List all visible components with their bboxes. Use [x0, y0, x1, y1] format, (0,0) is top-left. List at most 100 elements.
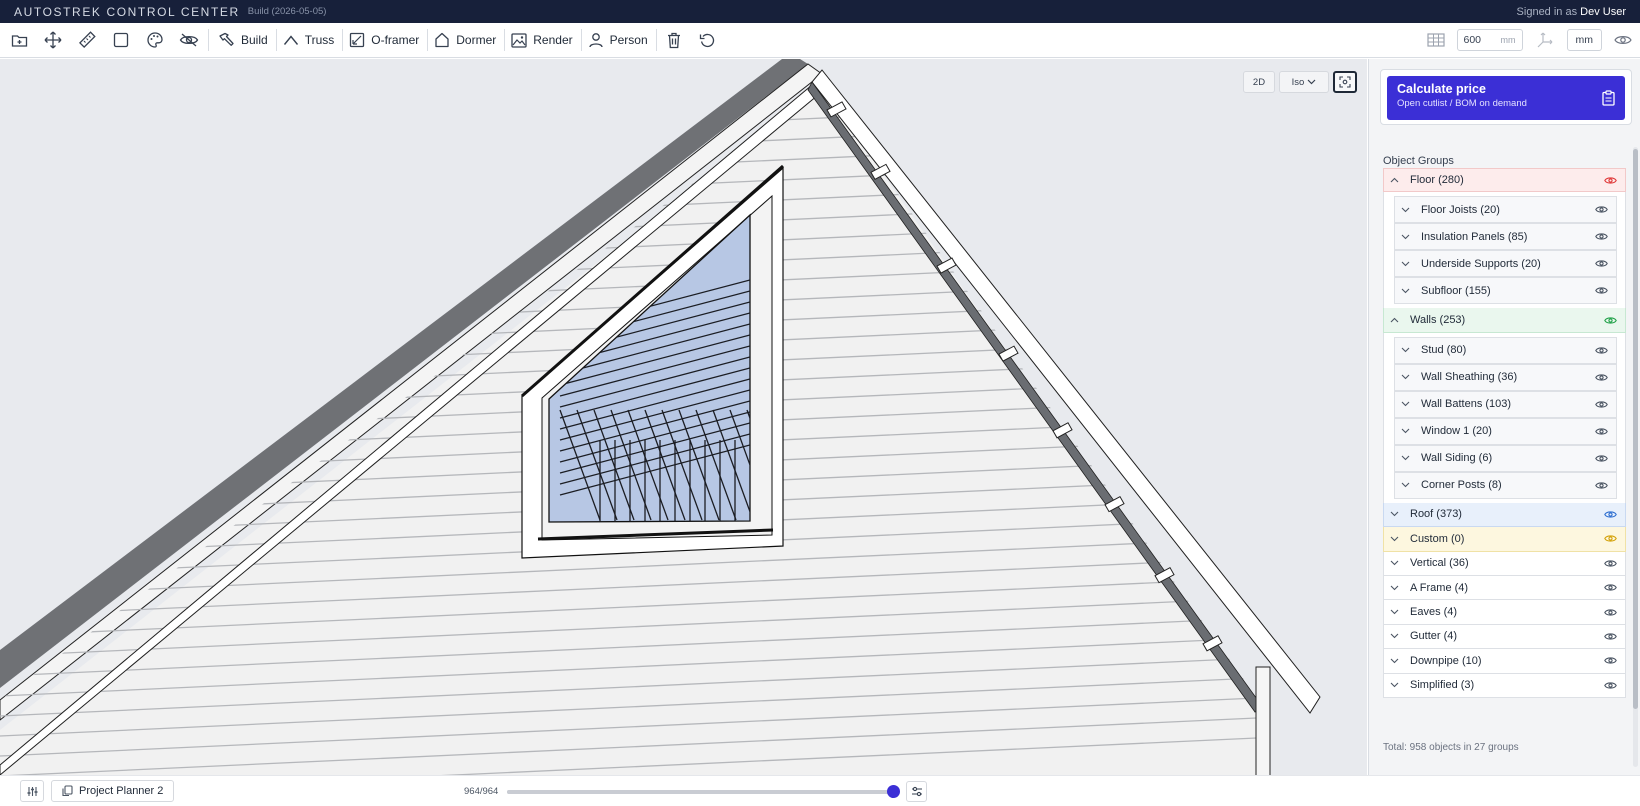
dormer-label: Dormer: [456, 33, 497, 47]
chevron-down-icon[interactable]: [1401, 482, 1415, 488]
signed-in-status: Signed in as Dev User: [1517, 6, 1626, 18]
truss-button[interactable]: Truss: [277, 25, 343, 55]
calculate-price-button[interactable]: Calculate price Open cutlist / BOM on de…: [1387, 76, 1625, 120]
eye-icon[interactable]: [1604, 681, 1617, 690]
dormer-button[interactable]: Dormer: [428, 25, 504, 55]
eye-icon[interactable]: [1604, 316, 1617, 325]
group-row[interactable]: Eaves (4): [1383, 600, 1626, 625]
app-window: AUTOSTREK CONTROL CENTER Build (2026-05-…: [0, 0, 1640, 806]
chevron-up-icon[interactable]: [1390, 177, 1404, 183]
eye-icon[interactable]: [1604, 534, 1617, 543]
eye-icon[interactable]: [1604, 559, 1617, 568]
chevron-down-icon[interactable]: [1401, 261, 1415, 267]
focus-selection-button[interactable]: [1333, 71, 1357, 93]
subgroup-row[interactable]: Window 1 (20): [1394, 417, 1617, 445]
chevron-down-icon[interactable]: [1401, 207, 1415, 213]
chevron-down-icon[interactable]: [1390, 633, 1404, 639]
subgroup-label: Floor Joists (20): [1421, 203, 1500, 216]
subgroup-row[interactable]: Wall Battens (103): [1394, 390, 1617, 418]
chevron-down-icon[interactable]: [1401, 374, 1415, 380]
subgroup-row[interactable]: Wall Sheathing (36): [1394, 363, 1617, 391]
chevron-down-icon[interactable]: [1401, 288, 1415, 294]
chevron-down-icon[interactable]: [1390, 511, 1404, 517]
ruler-icon[interactable]: [70, 25, 104, 55]
eye-icon[interactable]: [1604, 632, 1617, 641]
axes-icon[interactable]: [1531, 25, 1559, 55]
select-square-icon[interactable]: [104, 25, 138, 55]
subgroup-row[interactable]: Wall Siding (6): [1394, 444, 1617, 472]
build-button[interactable]: Build: [211, 25, 276, 55]
object-groups-panel: Calculate price Open cutlist / BOM on de…: [1368, 59, 1640, 775]
group-row[interactable]: A Frame (4): [1383, 575, 1626, 601]
chevron-down-icon[interactable]: [1401, 455, 1415, 461]
chevron-down-icon[interactable]: [1401, 234, 1415, 240]
delete-icon[interactable]: [657, 25, 691, 55]
eye-icon[interactable]: [1595, 454, 1608, 463]
view-mode-select[interactable]: Iso: [1279, 71, 1329, 93]
eye-icon[interactable]: [1595, 286, 1608, 295]
eye-icon[interactable]: [1595, 373, 1608, 382]
eye-icon[interactable]: [1595, 259, 1608, 268]
chevron-down-icon[interactable]: [1390, 560, 1404, 566]
chevron-down-icon[interactable]: [1390, 609, 1404, 615]
subgroup-label: Window 1 (20): [1421, 425, 1492, 438]
chevron-down-icon[interactable]: [1390, 658, 1404, 664]
layers-toggle-button[interactable]: [20, 780, 44, 802]
sidebar-scrollbar[interactable]: [1633, 147, 1638, 767]
eye-icon[interactable]: [1595, 427, 1608, 436]
group-row[interactable]: Downpipe (10): [1383, 649, 1626, 674]
subgroup-row[interactable]: Underside Supports (20): [1394, 250, 1617, 278]
chevron-down-icon[interactable]: [1401, 347, 1415, 353]
slider-knob[interactable]: [887, 785, 900, 798]
person-icon: [588, 33, 603, 48]
undo-icon[interactable]: [691, 25, 725, 55]
subgroup-row[interactable]: Insulation Panels (85): [1394, 223, 1617, 251]
chevron-down-icon[interactable]: [1390, 682, 1404, 688]
slider-settings-button[interactable]: [906, 780, 927, 802]
build-progress-slider[interactable]: [507, 785, 900, 798]
group-row[interactable]: Walls (253): [1383, 308, 1626, 333]
move-icon[interactable]: [36, 25, 70, 55]
visibility-eye-icon[interactable]: [1610, 25, 1636, 55]
eye-icon[interactable]: [1595, 481, 1608, 490]
new-folder-icon[interactable]: [2, 25, 36, 55]
person-button[interactable]: Person: [582, 25, 656, 55]
unit-toggle-button[interactable]: mm: [1566, 29, 1602, 51]
chevron-down-icon[interactable]: [1390, 585, 1404, 591]
view-2d-button[interactable]: 2D: [1243, 71, 1275, 93]
grid-size-input[interactable]: 600 mm: [1456, 29, 1523, 51]
chevron-down-icon[interactable]: [1390, 536, 1404, 542]
group-row[interactable]: Floor (280): [1383, 168, 1626, 193]
eye-icon[interactable]: [1604, 656, 1617, 665]
eye-icon[interactable]: [1604, 176, 1617, 185]
group-children: Stud (80) Wall Sheathing (36) Wall Battens…: [1383, 332, 1626, 503]
eye-icon[interactable]: [1604, 608, 1617, 617]
group-row[interactable]: Gutter (4): [1383, 624, 1626, 650]
project-selector[interactable]: Project Planner 2: [51, 780, 175, 802]
subgroup-row[interactable]: Floor Joists (20): [1394, 196, 1617, 224]
palette-icon[interactable]: [138, 25, 172, 55]
chevron-down-icon[interactable]: [1401, 401, 1415, 407]
3d-viewport[interactable]: 2D Iso: [0, 59, 1367, 775]
subgroup-row[interactable]: Stud (80): [1394, 336, 1617, 364]
grid-icon[interactable]: [1423, 25, 1449, 55]
group-row[interactable]: Vertical (36): [1383, 551, 1626, 576]
subgroup-row[interactable]: Corner Posts (8): [1394, 471, 1617, 499]
group-row[interactable]: Roof (373): [1383, 502, 1626, 528]
hide-icon[interactable]: [172, 25, 206, 55]
o-framer-button[interactable]: O-framer: [343, 25, 427, 55]
chevron-down-icon[interactable]: [1401, 428, 1415, 434]
subgroup-row[interactable]: Subfloor (155): [1394, 277, 1617, 305]
eye-icon[interactable]: [1595, 346, 1608, 355]
scrollbar-thumb[interactable]: [1633, 149, 1638, 709]
chevron-up-icon[interactable]: [1390, 317, 1404, 323]
user-name[interactable]: Dev User: [1580, 6, 1626, 18]
group-row[interactable]: Simplified (3): [1383, 673, 1626, 698]
group-row[interactable]: Custom (0): [1383, 527, 1626, 552]
eye-icon[interactable]: [1595, 400, 1608, 409]
eye-icon[interactable]: [1604, 510, 1617, 519]
eye-icon[interactable]: [1604, 583, 1617, 592]
eye-icon[interactable]: [1595, 232, 1608, 241]
eye-icon[interactable]: [1595, 205, 1608, 214]
render-button[interactable]: Render: [505, 25, 580, 55]
